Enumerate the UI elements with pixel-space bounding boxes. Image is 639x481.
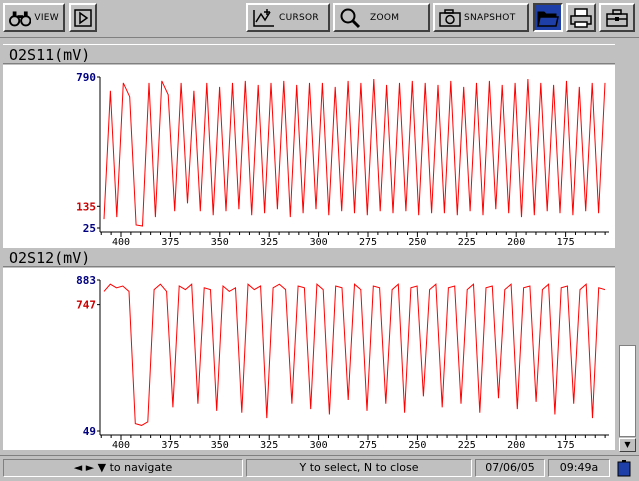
status-select-hint: Y to select, N to close bbox=[246, 459, 472, 477]
x-tick-label: 300 bbox=[310, 440, 328, 450]
snapshot-button[interactable]: SNAPSHOT bbox=[433, 3, 529, 32]
cursor-label: CURSOR bbox=[279, 12, 319, 23]
x-tick-label: 300 bbox=[310, 237, 328, 247]
x-tick-label: 375 bbox=[161, 440, 179, 450]
x-tick-label: 325 bbox=[260, 440, 278, 450]
panel1-title: O2S11(mV) bbox=[9, 46, 91, 64]
toolbox-icon bbox=[606, 8, 628, 27]
y-label-max: 790 bbox=[76, 71, 96, 84]
x-tick-label: 275 bbox=[359, 440, 377, 450]
x-tick-label: 400 bbox=[112, 237, 130, 247]
battery-icon bbox=[614, 459, 634, 477]
cursor-button[interactable]: CURSOR bbox=[246, 3, 330, 32]
status-bar: ◄ ► ▼ to navigate Y to select, N to clos… bbox=[0, 455, 639, 480]
toolbox-button[interactable] bbox=[599, 3, 635, 32]
panel2-chart-area: 883 747 49 400 375 350 325 300 275 250 225 200 175 bbox=[3, 268, 615, 451]
zoom-button[interactable]: ZOOM bbox=[333, 3, 430, 32]
scrollbar-thumb[interactable] bbox=[619, 345, 636, 437]
y-label-min: 25 bbox=[83, 222, 96, 235]
x-tick-label: 400 bbox=[112, 440, 130, 450]
snapshot-label: SNAPSHOT bbox=[464, 12, 516, 23]
status-time: 09:49a bbox=[548, 459, 610, 477]
vertical-scrollbar[interactable]: ▼ bbox=[619, 38, 636, 453]
y-label-min: 49 bbox=[83, 425, 96, 438]
printer-icon bbox=[570, 7, 592, 28]
series-line bbox=[103, 78, 606, 227]
play-button[interactable] bbox=[69, 3, 97, 32]
x-tick-label: 225 bbox=[458, 237, 476, 247]
zoom-label: ZOOM bbox=[370, 12, 400, 23]
series-line bbox=[103, 283, 606, 426]
print-button[interactable] bbox=[566, 3, 596, 32]
panel2-title: O2S12(mV) bbox=[9, 249, 91, 267]
x-tick-label: 250 bbox=[408, 237, 426, 247]
x-tick-label: 200 bbox=[507, 237, 525, 247]
status-nav-hint: ◄ ► ▼ to navigate bbox=[3, 459, 243, 477]
camera-icon bbox=[439, 8, 461, 27]
panel2-header: O2S12(mV) bbox=[3, 247, 615, 267]
view-label: VIEW bbox=[34, 12, 59, 23]
x-tick-label: 225 bbox=[458, 440, 476, 450]
open-folder-button[interactable] bbox=[533, 3, 563, 32]
x-tick-label: 250 bbox=[408, 440, 426, 450]
x-tick-label: 375 bbox=[161, 237, 179, 247]
cursor-chart-icon bbox=[253, 8, 274, 27]
y-label-max: 883 bbox=[76, 274, 96, 287]
magnifier-icon bbox=[340, 8, 361, 28]
y-label-mid: 135 bbox=[76, 200, 96, 213]
play-icon bbox=[74, 8, 92, 27]
folder-icon bbox=[537, 11, 559, 27]
scroll-down-button[interactable]: ▼ bbox=[619, 438, 636, 452]
x-tick-label: 175 bbox=[557, 440, 575, 450]
panel1-chart: 790 135 25 400 375 350 325 300 275 250 225 200 175 bbox=[76, 71, 609, 248]
x-tick-label: 325 bbox=[260, 237, 278, 247]
x-tick-label: 350 bbox=[211, 440, 229, 450]
panel2-chart: 883 747 49 400 375 350 325 300 275 250 225 200 175 bbox=[76, 274, 609, 451]
panel1-header: O2S11(mV) bbox=[3, 44, 615, 64]
y-label-mid: 747 bbox=[76, 299, 96, 312]
x-tick-label: 275 bbox=[359, 237, 377, 247]
status-date: 07/06/05 bbox=[475, 459, 545, 477]
panel1-chart-area: 790 135 25 400 375 350 325 300 275 250 225 200 175 bbox=[3, 65, 615, 248]
toolbar: VIEW CURSOR ZOOM SNAPSHOT bbox=[0, 0, 639, 38]
binoculars-icon bbox=[9, 10, 32, 26]
x-tick-label: 175 bbox=[557, 237, 575, 247]
x-tick-label: 200 bbox=[507, 440, 525, 450]
view-button[interactable]: VIEW bbox=[3, 3, 65, 32]
x-tick-label: 350 bbox=[211, 237, 229, 247]
